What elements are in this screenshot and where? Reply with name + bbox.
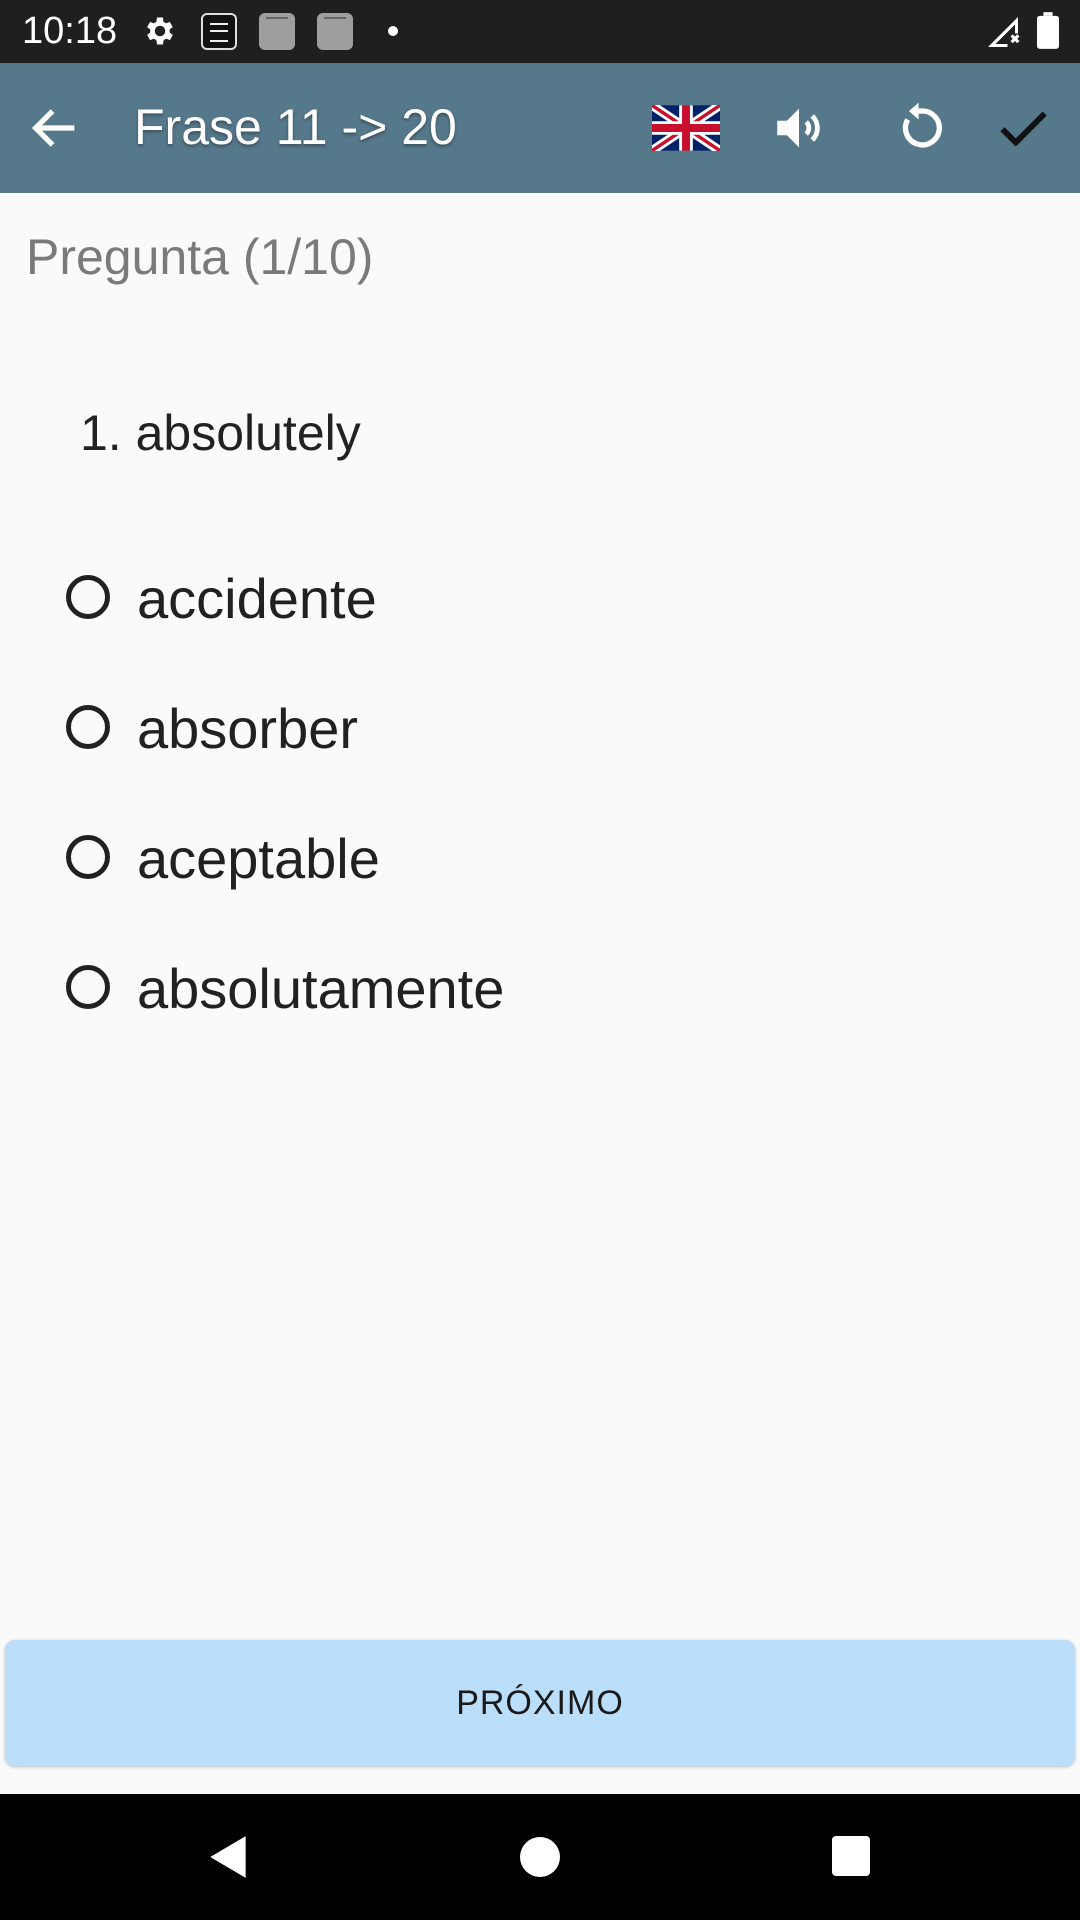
- option-label: accidente: [137, 567, 377, 630]
- app-thumbnail-icon: [201, 13, 237, 50]
- system-nav-bar: [0, 1794, 1080, 1920]
- radio-button[interactable]: [66, 835, 110, 879]
- checkmark-icon[interactable]: [994, 99, 1052, 157]
- radio-button[interactable]: [66, 575, 110, 619]
- back-triangle-icon[interactable]: [204, 1832, 254, 1882]
- uk-flag-icon[interactable]: [652, 105, 720, 151]
- answer-option[interactable]: absolutamente: [64, 948, 964, 1032]
- next-button[interactable]: PRÓXIMO: [5, 1640, 1075, 1766]
- answer-option[interactable]: aceptable: [64, 818, 964, 902]
- recents-square-icon[interactable]: [832, 1836, 870, 1876]
- app-bar: Frase 11 -> 20: [0, 63, 1080, 193]
- answer-option[interactable]: accidente: [64, 558, 964, 642]
- speaker-icon[interactable]: [770, 99, 828, 157]
- app-thumbnail-icon: [259, 13, 295, 50]
- option-label: absolutamente: [137, 957, 505, 1020]
- status-bar: 10:18: [0, 0, 1080, 63]
- signal-icon: [988, 17, 1020, 47]
- back-arrow-icon[interactable]: [26, 99, 84, 157]
- reset-icon[interactable]: [892, 99, 950, 157]
- page-title: Frase 11 -> 20: [134, 99, 457, 155]
- battery-icon: [1037, 12, 1059, 49]
- home-circle-icon[interactable]: [520, 1837, 560, 1877]
- notification-dot-icon: [388, 26, 398, 36]
- question-counter: Pregunta (1/10): [26, 229, 374, 285]
- app-thumbnail-icon: [317, 13, 353, 50]
- question-text: 1. absolutely: [80, 405, 361, 461]
- radio-button[interactable]: [66, 965, 110, 1009]
- next-button-label: PRÓXIMO: [456, 1683, 624, 1722]
- radio-button[interactable]: [66, 705, 110, 749]
- answer-option[interactable]: absorber: [64, 688, 964, 772]
- status-time: 10:18: [22, 10, 118, 52]
- option-label: absorber: [137, 697, 359, 760]
- option-label: aceptable: [137, 827, 380, 890]
- gear-icon: [147, 17, 173, 45]
